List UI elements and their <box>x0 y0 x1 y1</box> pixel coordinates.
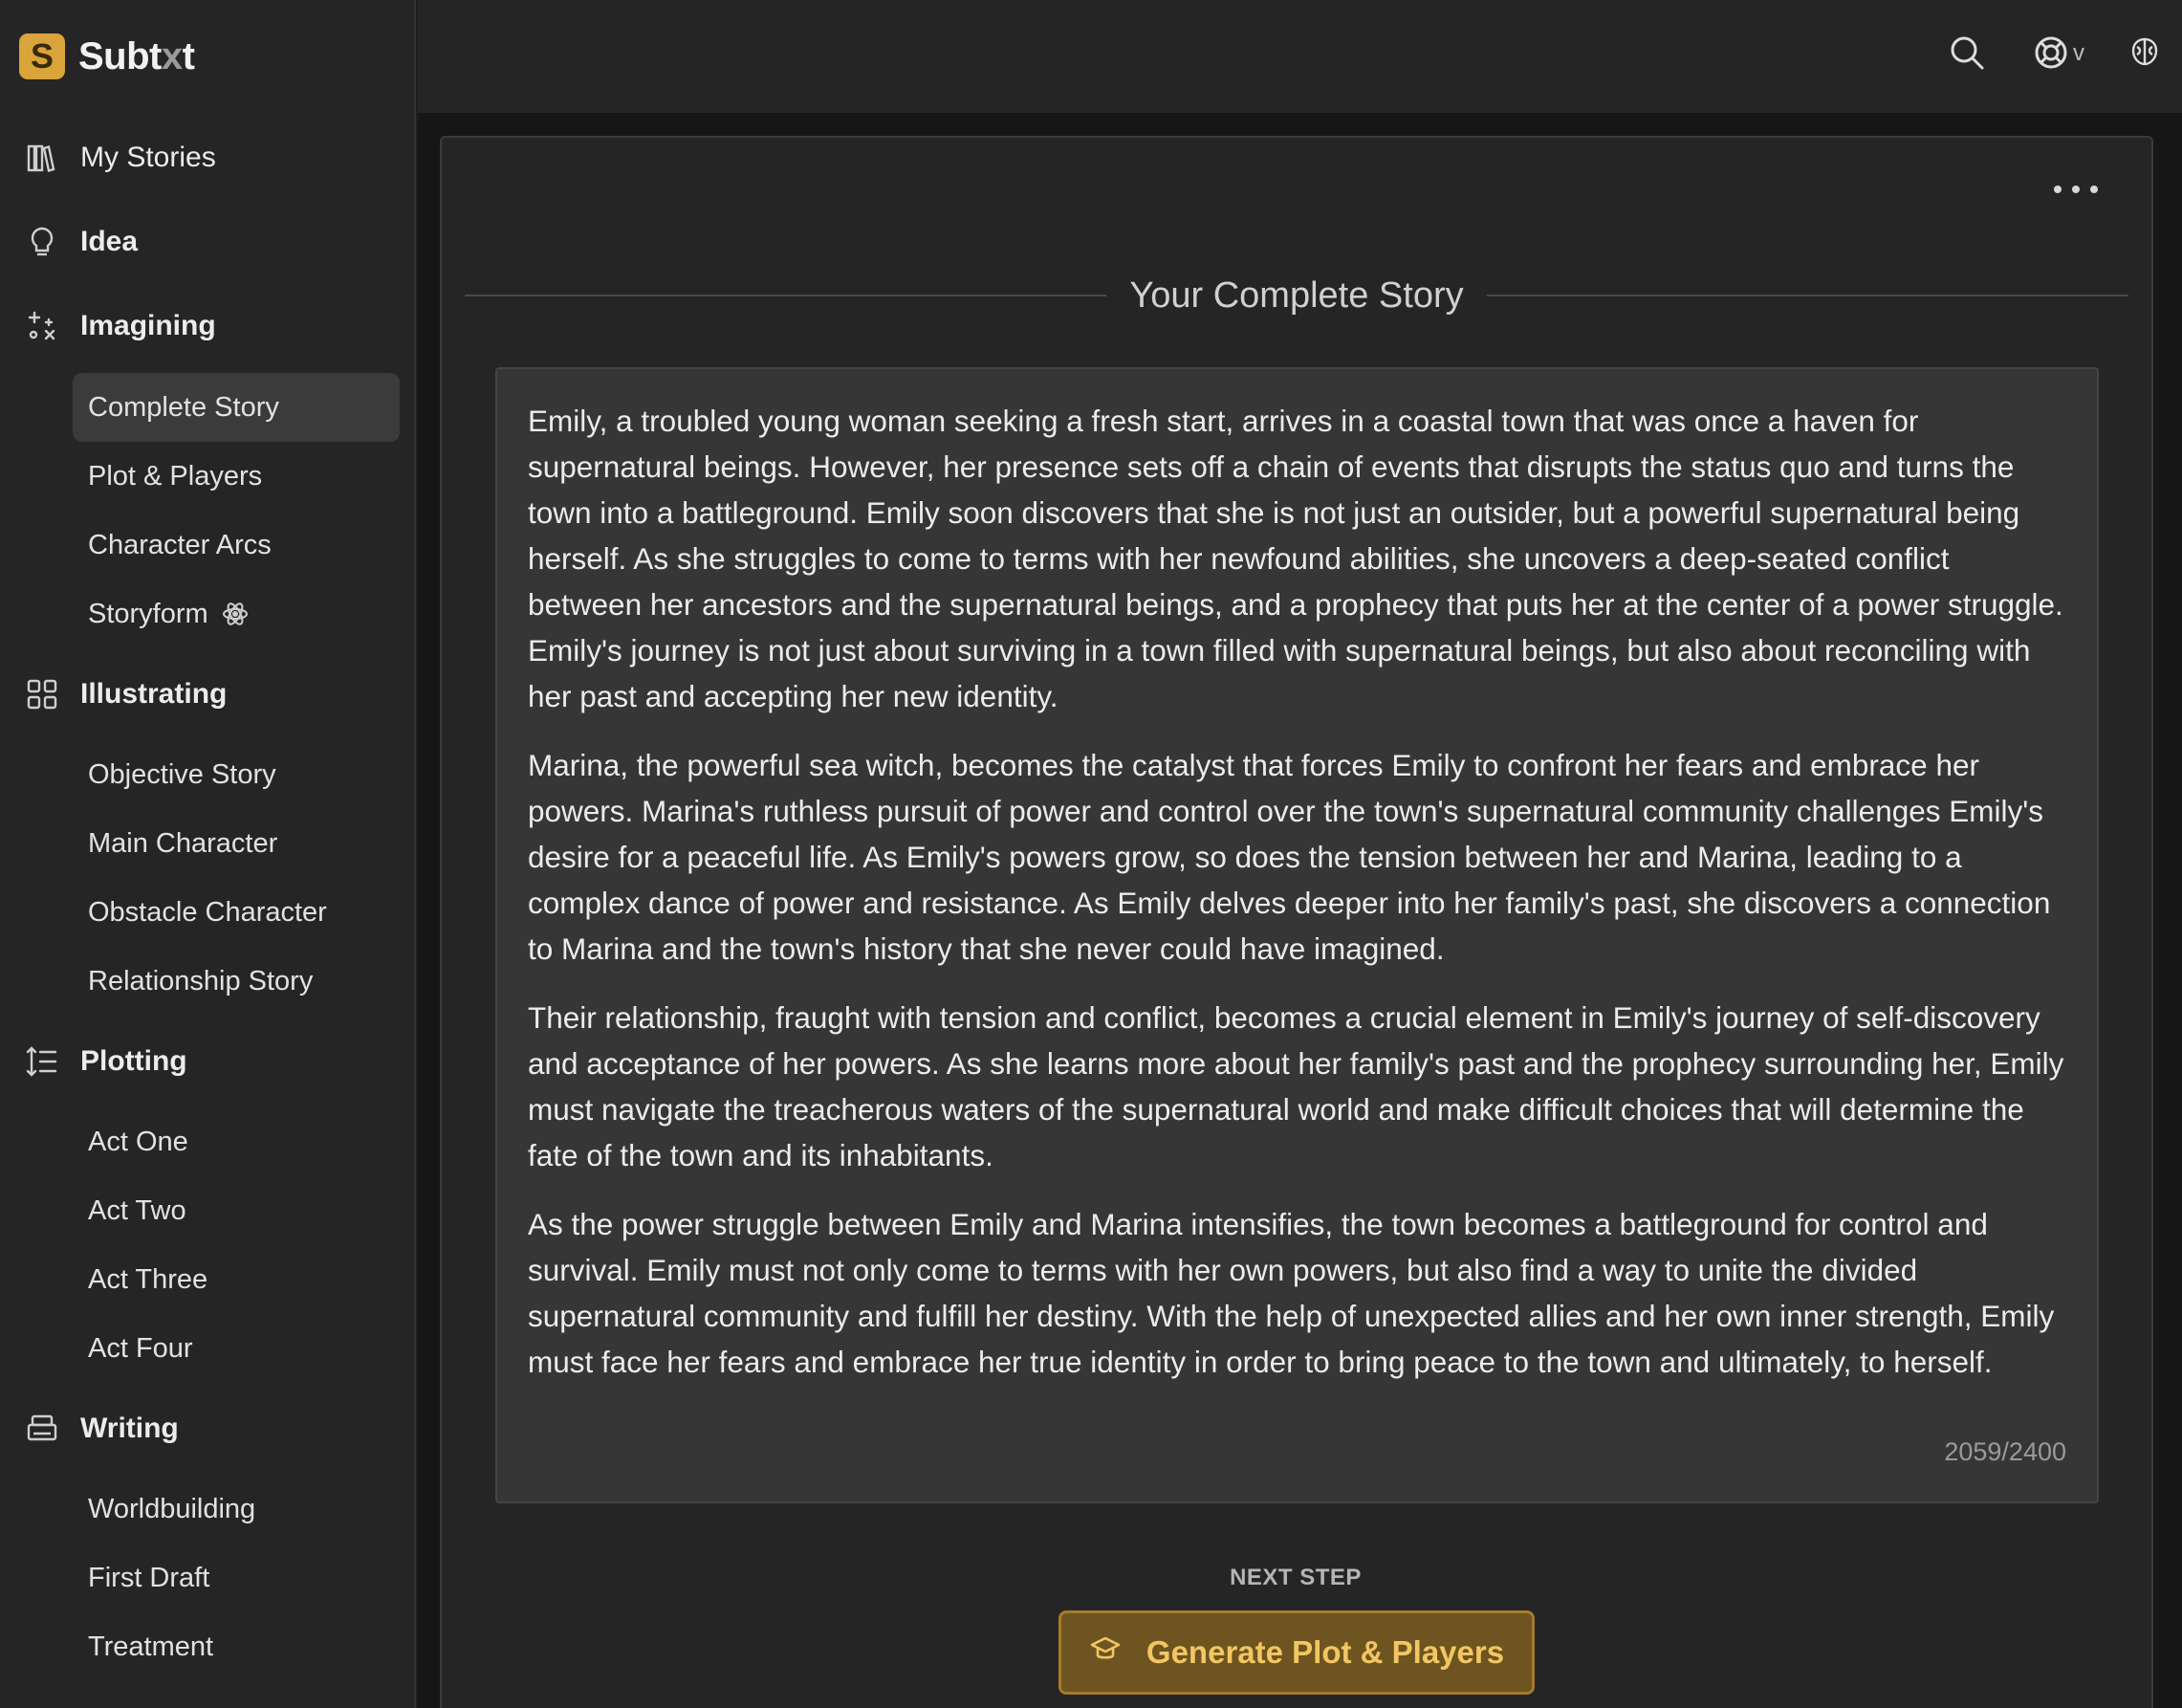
story-paragraph: Emily, a troubled young woman seeking a … <box>528 404 2063 713</box>
sidebar-item-main-character[interactable]: Main Character <box>73 809 400 878</box>
topbar <box>418 0 2182 113</box>
section-title: Your Complete Story <box>465 272 2128 319</box>
sidebar: S Subtxt My Stories Idea Imagining Compl… <box>0 0 416 1708</box>
help-menu-chevron[interactable]: v <box>2073 40 2084 67</box>
sidebar-item-treatment[interactable]: Treatment <box>73 1612 400 1681</box>
sidebar-item-act-three[interactable]: Act Three <box>73 1245 400 1314</box>
list-ordered-icon <box>25 1044 59 1079</box>
sidebar-item-relationship-story[interactable]: Relationship Story <box>73 947 400 1016</box>
brand[interactable]: S Subtxt <box>19 33 195 80</box>
sidebar-idea[interactable]: Idea <box>25 218 138 266</box>
printer-icon <box>25 1412 59 1446</box>
brain-icon[interactable] <box>2123 31 2167 75</box>
sidebar-item-obstacle-character[interactable]: Obstacle Character <box>73 878 400 947</box>
sidebar-item-act-one[interactable]: Act One <box>73 1107 400 1176</box>
story-paragraph: Their relationship, fraught with tension… <box>528 1000 2064 1172</box>
sidebar-item-storyform[interactable]: Storyform <box>73 580 400 648</box>
sidebar-item-act-four[interactable]: Act Four <box>73 1314 400 1383</box>
search-icon[interactable] <box>1945 31 1989 75</box>
sidebar-imagining[interactable]: Imagining <box>25 302 216 350</box>
sidebar-item-first-draft[interactable]: First Draft <box>73 1544 400 1612</box>
library-icon <box>25 141 59 175</box>
sidebar-item-objective-story[interactable]: Objective Story <box>73 740 400 809</box>
graduation-cap-icon <box>1089 1632 1122 1673</box>
sidebar-writing[interactable]: Writing <box>25 1405 179 1453</box>
app-window: S Subtxt My Stories Idea Imagining Compl… <box>0 0 2182 1708</box>
sidebar-item-plot-players[interactable]: Plot & Players <box>73 442 400 511</box>
story-textarea[interactable]: Emily, a troubled young woman seeking a … <box>495 367 2099 1503</box>
sidebar-illustrating[interactable]: Illustrating <box>25 670 227 718</box>
divider <box>1486 295 2128 296</box>
sidebar-plotting[interactable]: Plotting <box>25 1038 187 1085</box>
sidebar-item-label: Storyform <box>88 598 208 629</box>
divider <box>465 295 1107 296</box>
sidebar-item-act-two[interactable]: Act Two <box>73 1176 400 1245</box>
app-name: Subtxt <box>78 34 195 77</box>
sidebar-item-character-arcs[interactable]: Character Arcs <box>73 511 400 580</box>
more-options-icon[interactable] <box>2054 178 2098 201</box>
sparkles-icon <box>25 309 59 343</box>
logo: S <box>19 33 65 79</box>
atom-icon <box>222 601 249 627</box>
button-label: Generate Plot & Players <box>1146 1634 1505 1670</box>
sidebar-item-worldbuilding[interactable]: Worldbuilding <box>73 1475 400 1544</box>
character-counter: 2059/2400 <box>1944 1437 2066 1466</box>
help-icon[interactable] <box>2029 31 2073 75</box>
page-title: Your Complete Story <box>1129 274 1464 316</box>
grid-icon <box>25 677 59 712</box>
next-step-label: NEXT STEP <box>1230 1565 1362 1590</box>
sidebar-item-complete-story[interactable]: Complete Story <box>73 373 400 442</box>
story-paragraph: As the power struggle between Emily and … <box>528 1207 2055 1379</box>
story-paragraph: Marina, the powerful sea witch, becomes … <box>528 748 2051 966</box>
sidebar-my-stories[interactable]: My Stories <box>25 134 216 182</box>
generate-plot-players-button[interactable]: Generate Plot & Players <box>1058 1610 1535 1695</box>
lightbulb-icon <box>25 225 59 259</box>
